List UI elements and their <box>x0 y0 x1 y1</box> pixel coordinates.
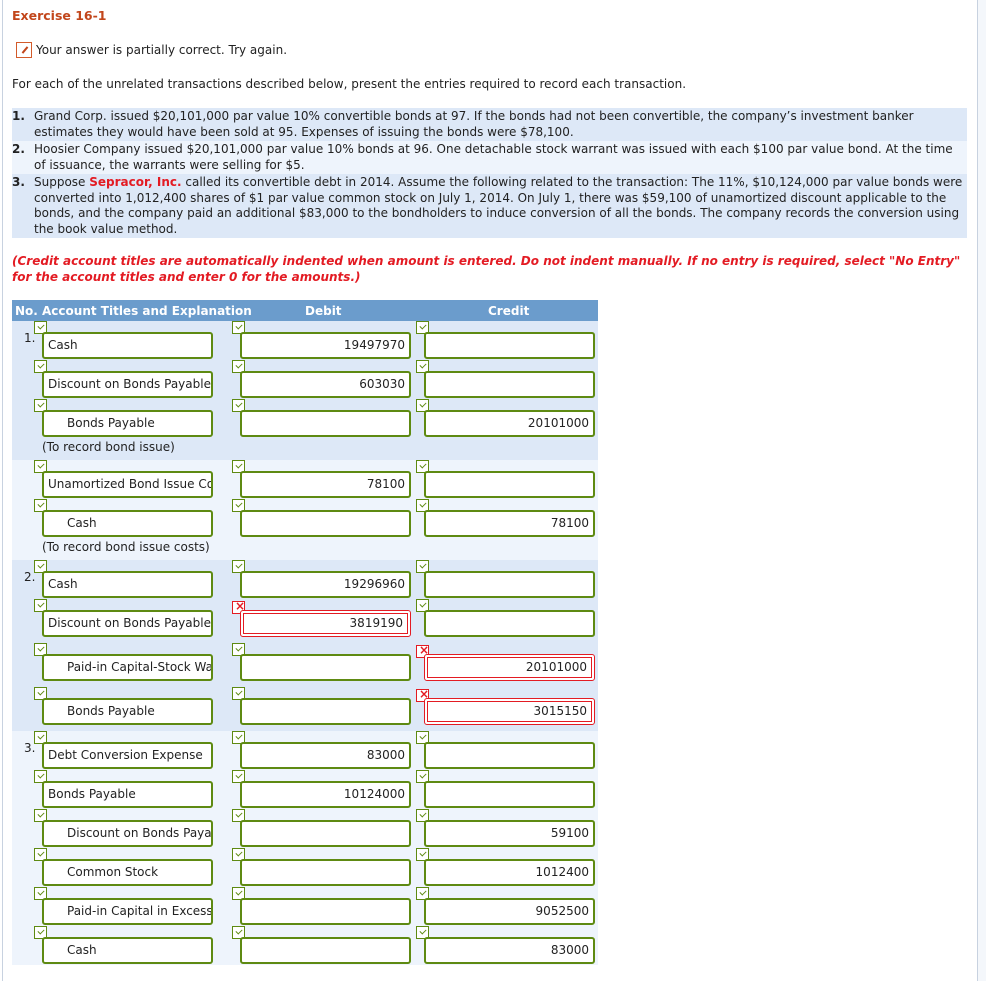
credit-amount-input[interactable] <box>424 471 595 498</box>
account-title-input[interactable]: Discount on Bonds Payable <box>42 820 213 847</box>
journal-section: 3. Debt Conversion Expense 83000 Bonds Paya… <box>12 731 598 965</box>
journal-row: Paid-in Capital in Excess of Par 9052500 <box>12 887 598 926</box>
debit-amount-input[interactable] <box>240 820 411 847</box>
debit-amount-input[interactable]: 19497970 <box>240 332 411 359</box>
debit-amount-input[interactable] <box>240 937 411 964</box>
journal-row: Cash 78100 <box>12 499 598 538</box>
transaction-item: 1. Grand Corp. issued $20,101,000 par va… <box>12 108 967 141</box>
account-title-input[interactable]: Bonds Payable <box>42 698 213 725</box>
header-credit: Credit <box>488 304 530 318</box>
journal-row: Discount on Bonds Payable 603030 <box>12 360 598 399</box>
account-title-input[interactable]: Debt Conversion Expense <box>42 742 213 769</box>
account-title-input[interactable]: Paid-in Capital in Excess of Par <box>42 898 213 925</box>
entry-explanation: (To record bond issue) <box>42 440 175 454</box>
journal-section: 1. Cash 19497970 Discount on Bonds Payable 6… <box>12 321 598 460</box>
debit-amount-input[interactable]: 3819190 <box>240 610 411 637</box>
transaction-text-before: Suppose <box>34 175 90 189</box>
transaction-text: Hoosier Company issued $20,101,000 par v… <box>34 142 953 172</box>
journal-row: Bonds Payable 3015150 <box>12 687 598 731</box>
credit-amount-input[interactable]: 59100 <box>424 820 595 847</box>
transaction-list: 1. Grand Corp. issued $20,101,000 par va… <box>12 108 967 238</box>
pencil-edit-icon <box>16 42 32 58</box>
account-title-input[interactable]: Common Stock <box>42 859 213 886</box>
credit-amount-input[interactable]: 1012400 <box>424 859 595 886</box>
credit-amount-input[interactable] <box>424 332 595 359</box>
exercise-title: Exercise 16-1 <box>12 8 107 23</box>
debit-amount-input[interactable] <box>240 859 411 886</box>
account-title-input[interactable]: Discount on Bonds Payable <box>42 371 213 398</box>
entry-instructions-note: (Credit account titles are automatically… <box>12 254 961 284</box>
credit-amount-input[interactable] <box>424 571 595 598</box>
account-title-input[interactable]: Cash <box>42 571 213 598</box>
journal-row: 2. Cash 19296960 <box>12 560 598 599</box>
transaction-number: 2. <box>12 142 25 156</box>
table-header: No. Account Titles and Explanation Debit… <box>12 300 598 321</box>
transaction-number: 1. <box>12 109 25 123</box>
account-title-input[interactable]: Unamortized Bond Issue Costs <box>42 471 213 498</box>
debit-amount-input[interactable] <box>240 410 411 437</box>
journal-section: 2.Cash19296960Discount on Bonds Payable3… <box>12 560 598 731</box>
status-text: Your answer is partially correct. Try ag… <box>36 43 288 57</box>
journal-entry-table: No. Account Titles and Explanation Debit… <box>12 300 598 965</box>
debit-amount-input[interactable]: 19296960 <box>240 571 411 598</box>
credit-amount-input[interactable] <box>424 742 595 769</box>
credit-amount-input[interactable]: 83000 <box>424 937 595 964</box>
entry-explanation: (To record bond issue costs) <box>42 540 210 554</box>
transaction-item: 2. Hoosier Company issued $20,101,000 pa… <box>12 141 967 174</box>
transaction-text: Grand Corp. issued $20,101,000 par value… <box>34 109 914 139</box>
answer-status: Your answer is partially correct. Try ag… <box>16 42 287 58</box>
debit-amount-input[interactable] <box>240 510 411 537</box>
transaction-text: Suppose Sepracor, Inc. called its conver… <box>34 175 967 237</box>
credit-amount-input[interactable]: 20101000 <box>424 410 595 437</box>
debit-amount-input[interactable] <box>240 898 411 925</box>
debit-amount-input[interactable] <box>240 698 411 725</box>
credit-amount-input[interactable] <box>424 610 595 637</box>
page-gutter <box>978 0 986 981</box>
account-title-input[interactable]: Cash <box>42 937 213 964</box>
journal-row: Bonds Payable 20101000 <box>12 399 598 438</box>
account-title-input[interactable]: Bonds Payable <box>42 781 213 808</box>
debit-amount-input[interactable]: 78100 <box>240 471 411 498</box>
debit-amount-input[interactable]: 10124000 <box>240 781 411 808</box>
page-border-left <box>2 0 3 981</box>
account-title-input[interactable]: Discount on Bonds Payable <box>42 610 213 637</box>
journal-row: Common Stock 1012400 <box>12 848 598 887</box>
journal-row: Discount on Bonds Payable 3819190 <box>12 599 598 643</box>
debit-amount-input[interactable]: 83000 <box>240 742 411 769</box>
transaction-number: 3. <box>12 175 25 189</box>
journal-row: 1. Cash 19497970 <box>12 321 598 360</box>
debit-amount-input[interactable] <box>240 654 411 681</box>
journal-row: Cash 83000 <box>12 926 598 965</box>
credit-amount-input[interactable] <box>424 781 595 808</box>
journal-row: Discount on Bonds Payable 59100 <box>12 809 598 848</box>
account-title-input[interactable]: Paid-in Capital-Stock Warrants <box>42 654 213 681</box>
header-debit: Debit <box>305 304 342 318</box>
journal-row: Unamortized Bond Issue Costs 78100 <box>12 460 598 499</box>
credit-amount-input[interactable]: 9052500 <box>424 898 595 925</box>
credit-amount-input[interactable] <box>424 371 595 398</box>
credit-amount-input[interactable]: 20101000 <box>424 654 595 681</box>
journal-sections: 1. Cash 19497970 Discount on Bonds Payable 6… <box>12 321 598 965</box>
company-name-highlight: Sepracor, Inc. <box>89 175 182 189</box>
journal-row: Bonds Payable 10124000 <box>12 770 598 809</box>
journal-row: Paid-in Capital-Stock Warrants 20101000 <box>12 643 598 687</box>
account-title-input[interactable]: Cash <box>42 332 213 359</box>
account-title-input[interactable]: Bonds Payable <box>42 410 213 437</box>
transaction-item: 3. Suppose Sepracor, Inc. called its con… <box>12 174 967 238</box>
debit-amount-input[interactable]: 603030 <box>240 371 411 398</box>
journal-section: Unamortized Bond Issue Costs 78100 Cash 781… <box>12 460 598 560</box>
credit-amount-input[interactable]: 78100 <box>424 510 595 537</box>
instructions: For each of the unrelated transactions d… <box>12 77 687 91</box>
account-title-input[interactable]: Cash <box>42 510 213 537</box>
header-account: No. Account Titles and Explanation <box>15 304 252 318</box>
journal-row: 3. Debt Conversion Expense 83000 <box>12 731 598 770</box>
credit-amount-input[interactable]: 3015150 <box>424 698 595 725</box>
